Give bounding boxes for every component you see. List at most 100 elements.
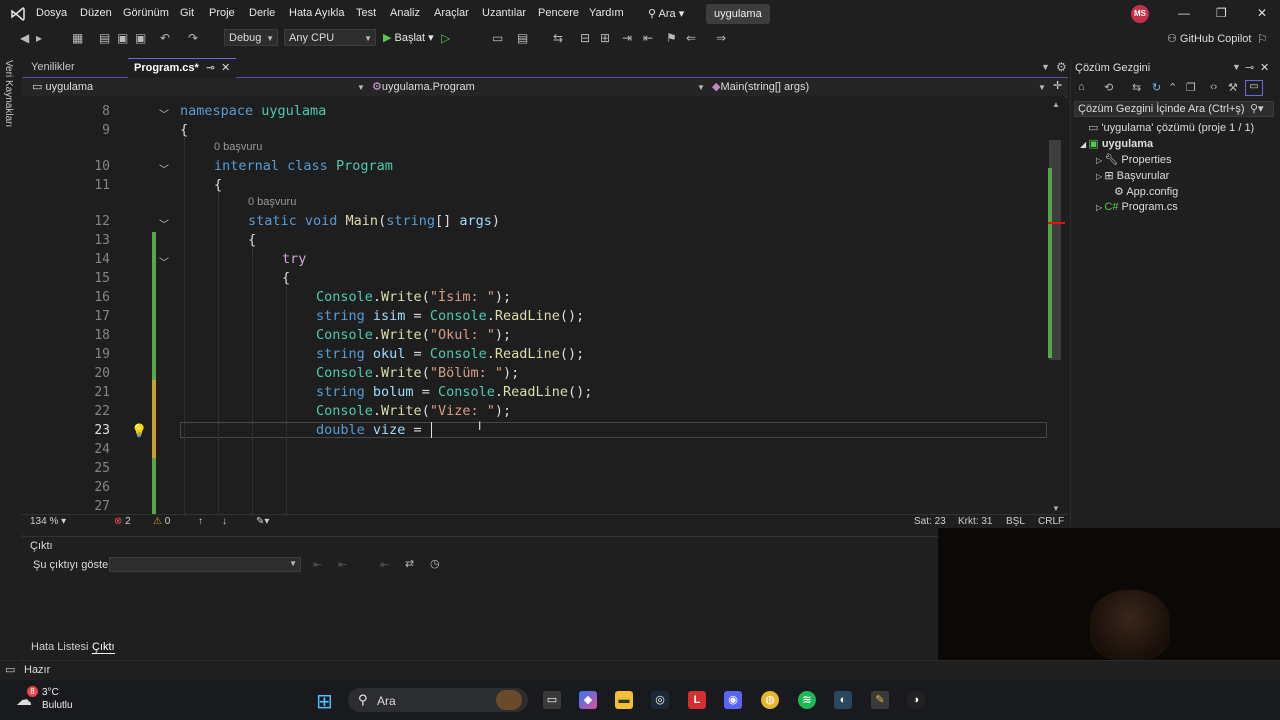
nav-project-dropdown[interactable]: ▭ uygulama: [32, 80, 93, 93]
layout-icon[interactable]: ▤: [517, 31, 528, 45]
discord-icon[interactable]: ◉: [724, 691, 742, 709]
minimize-icon[interactable]: —: [1178, 6, 1190, 20]
tree-item-references[interactable]: ▷ ⊞ Başvurular: [1096, 169, 1169, 182]
restore-icon[interactable]: ❐: [1216, 6, 1227, 20]
menu-debug[interactable]: Hata Ayıkla: [289, 7, 344, 19]
save-all-icon[interactable]: ▣: [135, 31, 146, 45]
pen-app-icon[interactable]: ✎: [871, 691, 889, 709]
reference-count-hint[interactable]: 0 başvuru: [248, 196, 296, 208]
collapse-all-icon[interactable]: ⌃: [1168, 81, 1177, 94]
menu-test[interactable]: Test: [356, 7, 376, 19]
chevron-down-icon[interactable]: ▼: [697, 83, 705, 92]
prev-message-icon[interactable]: ⇤: [338, 558, 347, 571]
split-icon[interactable]: ✛: [1053, 79, 1062, 92]
home-icon[interactable]: ⌂: [1078, 81, 1085, 93]
forward-icon[interactable]: ▸: [36, 31, 42, 45]
search-icon[interactable]: ⚲▾: [1250, 102, 1264, 115]
back-icon[interactable]: ◀: [20, 31, 29, 45]
sync-icon[interactable]: ⟲: [1104, 81, 1113, 94]
code-cleanup-icon[interactable]: ✎▾: [256, 516, 269, 527]
next-issue-icon[interactable]: ↓: [222, 516, 227, 527]
redo-icon[interactable]: ↷: [188, 31, 198, 45]
tree-item-program-cs[interactable]: ▷ C# Program.cs: [1096, 201, 1178, 213]
start-button[interactable]: ▶ Başlat ▾: [383, 31, 434, 44]
menu-window[interactable]: Pencere: [538, 7, 579, 19]
task-view-icon[interactable]: ▭: [543, 691, 561, 709]
menu-analyze[interactable]: Analiz: [390, 7, 420, 19]
menu-edit[interactable]: Düzen: [80, 7, 112, 19]
chevron-down-icon[interactable]: ▼: [357, 83, 365, 92]
github-desktop-icon[interactable]: ◑: [907, 691, 925, 709]
tree-item-properties[interactable]: ▷ 🔧︎ Properties: [1096, 153, 1172, 166]
pending-changes-icon[interactable]: ⇆: [1132, 81, 1141, 94]
breakpoint-icon[interactable]: ⊟: [580, 31, 590, 45]
tab-list-chevron-icon[interactable]: ▼: [1041, 62, 1050, 72]
copilot-app-icon[interactable]: ◆: [579, 691, 597, 709]
column-indicator[interactable]: Krkt: 31: [958, 516, 992, 527]
platform-dropdown[interactable]: Any CPU ▼: [284, 29, 376, 46]
warning-count[interactable]: ⚠ 0: [153, 516, 170, 527]
nav-member-dropdown[interactable]: ◆Main(string[] args): [712, 80, 809, 93]
tab-recent[interactable]: Yenilikler: [31, 61, 75, 73]
menu-git[interactable]: Git: [180, 7, 194, 19]
steam-icon[interactable]: ◎: [651, 691, 669, 709]
fold-chevron-icon[interactable]: ﹀: [159, 216, 169, 231]
show-all-files-icon[interactable]: ❐: [1186, 81, 1196, 94]
open-icon[interactable]: ▤: [99, 31, 110, 45]
steam-alt-icon[interactable]: ◐: [834, 691, 852, 709]
tree-solution-node[interactable]: ▭ 'uygulama' çözümü (proje 1 / 1): [1088, 121, 1254, 134]
word-wrap-icon[interactable]: ⇄: [405, 557, 414, 570]
tab-program-cs[interactable]: Program.cs* ⊸ ✕: [128, 58, 237, 78]
file-explorer-icon[interactable]: ▬: [615, 691, 633, 709]
fold-chevron-icon[interactable]: ﹀: [159, 161, 169, 176]
spotify-icon[interactable]: ≋: [798, 691, 816, 709]
code-editor[interactable]: [22, 96, 1047, 514]
reference-count-hint[interactable]: 0 başvuru: [214, 141, 262, 153]
tab-error-list[interactable]: Hata Listesi: [31, 641, 88, 653]
menu-search[interactable]: ⚲ Ara ▾: [648, 7, 684, 20]
clock-icon[interactable]: ◷: [430, 557, 440, 570]
preview-icon[interactable]: ▭: [1245, 80, 1263, 96]
bookmark-icon[interactable]: ⚑: [666, 31, 677, 45]
feedback-icon[interactable]: ⚐: [1257, 32, 1268, 46]
settings-icon[interactable]: ⚙: [1056, 60, 1067, 74]
indent-icon[interactable]: ⇥: [622, 31, 632, 45]
menu-tools[interactable]: Araçlar: [434, 7, 469, 19]
menu-view[interactable]: Görünüm: [123, 7, 169, 19]
avatar[interactable]: MS: [1131, 5, 1149, 23]
start-without-debug-icon[interactable]: ▷: [441, 31, 450, 45]
fold-chevron-icon[interactable]: ﹀: [159, 254, 169, 269]
line-ending-indicator[interactable]: CRLF: [1038, 516, 1064, 527]
insert-mode-indicator[interactable]: BŞL: [1006, 516, 1025, 527]
menu-project[interactable]: Proje: [209, 7, 235, 19]
prev-bookmark-icon[interactable]: ⇐: [686, 31, 696, 45]
close-tab-icon[interactable]: ✕: [221, 62, 230, 74]
next-bookmark-icon[interactable]: ⇒: [716, 31, 726, 45]
l-app-icon[interactable]: L: [688, 691, 706, 709]
tree-item-app-config[interactable]: ⚙ App.config: [1114, 185, 1178, 198]
zoom-level[interactable]: 134 % ▾: [30, 516, 66, 527]
menu-extensions[interactable]: Uzantılar: [482, 7, 526, 19]
view-code-icon[interactable]: ‹›: [1210, 81, 1217, 93]
github-copilot-button[interactable]: ⚇ GitHub Copilot: [1167, 32, 1251, 45]
line-indicator[interactable]: Sat: 23: [914, 516, 946, 527]
folder-icon[interactable]: ▭: [492, 31, 503, 45]
scroll-up-icon[interactable]: ▲: [1052, 100, 1060, 109]
find-icon[interactable]: ⇤: [313, 558, 322, 571]
chrome-icon[interactable]: ◍: [761, 691, 779, 709]
windows-start-icon[interactable]: ⊞: [316, 689, 333, 714]
prev-issue-icon[interactable]: ↑: [198, 516, 203, 527]
menu-file[interactable]: Dosya: [36, 7, 67, 19]
step-icon[interactable]: ⇆: [553, 31, 563, 45]
properties-icon[interactable]: ⚒: [1228, 81, 1238, 94]
clear-all-icon[interactable]: ⇤: [380, 558, 389, 571]
nav-class-dropdown[interactable]: ⚙uygulama.Program: [372, 80, 475, 93]
scroll-down-icon[interactable]: ▼: [1052, 504, 1060, 513]
pin-icon[interactable]: ⊸: [1245, 61, 1254, 74]
close-icon[interactable]: ✕: [1257, 6, 1267, 20]
data-sources-tab[interactable]: Veri Kaynakları: [3, 60, 14, 127]
tab-output[interactable]: Çıktı: [92, 641, 115, 654]
fold-chevron-icon[interactable]: ﹀: [159, 106, 169, 121]
lightbulb-icon[interactable]: 💡: [131, 423, 147, 439]
outdent-icon[interactable]: ⇤: [643, 31, 653, 45]
